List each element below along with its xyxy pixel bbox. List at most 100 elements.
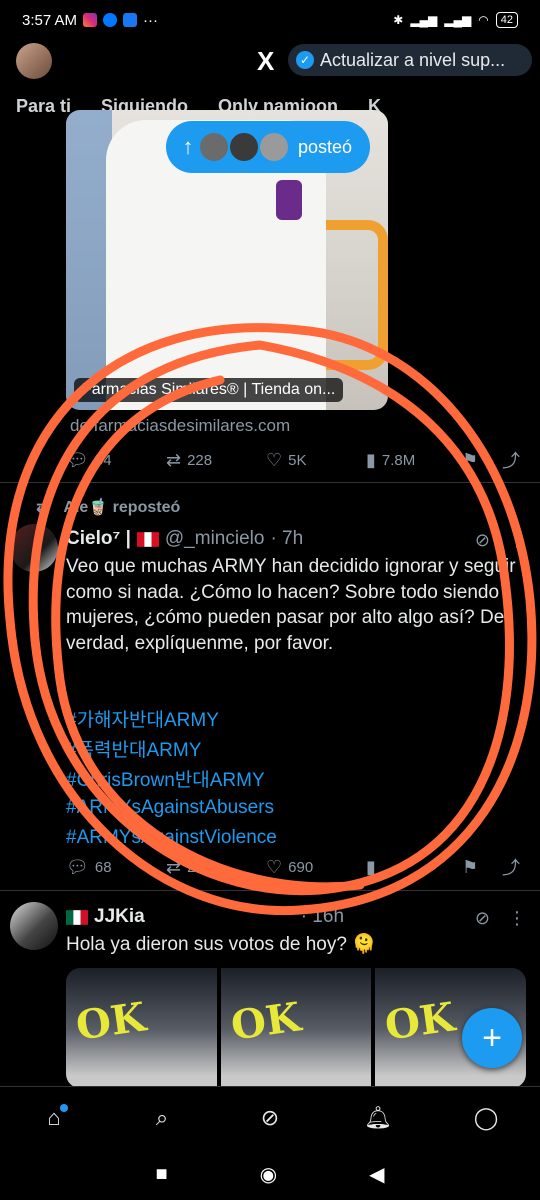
views-button[interactable]: ▮ [366,857,462,878]
repost-banner[interactable]: ⇄ Ale🧋 reposteó [36,497,180,517]
grok-icon[interactable]: ⊘ [475,908,490,929]
like-button[interactable]: ♡ 5K [266,450,366,471]
nav-notifications[interactable]: 🔔︎ [358,1098,398,1138]
hashtag-link[interactable]: #폭력반대ARMY [66,738,277,768]
hashtag-link[interactable]: #ARMYsAgainstAbusers [66,795,277,825]
home-circle-icon[interactable]: ◉ [260,1162,277,1187]
plus-icon: + [482,1018,502,1057]
link-card-title: Farmacias Similares® | Tienda on... [74,378,344,402]
arrow-up-icon: ↑ [182,134,194,159]
top-bar: X ✓ Actualizar a nivel sup... [0,40,540,82]
more-icon[interactable]: ⋮ [508,908,526,929]
tweet-text: Hola ya dieron sus votos de hoy? 🫠 [66,934,376,955]
bottom-nav: ⌂ ⌕ ⊘ 🔔︎ ◯ [0,1086,540,1148]
tweet-header: Cielo⁷ | @_mincielo · 7h [66,528,303,550]
nav-messages[interactable]: ◯ [466,1098,506,1138]
tweet-menu: ⊘ ⋮ [475,530,526,551]
repost-icon: ⇄ [166,449,182,470]
back-icon[interactable]: ◀ [369,1162,384,1187]
tab-para-ti[interactable]: Para ti [16,96,71,118]
messenger-icon [103,13,118,27]
avatar[interactable] [10,524,58,572]
share-button[interactable]: ⤴ [502,447,520,473]
avatar [228,131,260,163]
views-icon: ▮ [366,449,376,470]
home-icon: ⌂ [47,1104,61,1130]
clock: 3:57 AM [22,11,78,29]
nav-grok[interactable]: ⊘ [250,1098,290,1138]
message-icon: ◯ [473,1104,499,1130]
signal-icon: ▂▄▆ [410,13,438,27]
signature-scribble: OK [73,993,149,1050]
repost-button[interactable]: ⇄ 228 [166,450,266,471]
divider [0,890,540,891]
more-icon[interactable]: ⋮ [508,530,526,551]
tweet-images: OK OK OK [66,968,526,1088]
more-notifications-icon: ··· [143,11,159,29]
display-name[interactable]: Cielo⁷ | [66,528,131,550]
tweet-text: Veo que muchas ARMY han decidido ignorar… [66,556,516,654]
grok-icon: ⊘ [260,1104,280,1130]
search-icon: ⌕ [155,1104,169,1130]
signal-2-icon: ▂▄▆ [444,13,472,27]
new-posts-button[interactable]: ↑ posteó [166,121,371,173]
avatar [258,131,290,163]
verified-badge-icon: ✓ [296,51,314,69]
tweet-actions: 💬︎ 68 ⇄ 210 ♡ 690 ▮ ⚑ ⤴ [66,854,530,880]
recent-apps-icon[interactable]: ■ [156,1163,168,1186]
hashtag-link[interactable]: #ARMYsAgainstViolence [66,825,277,855]
bell-icon: 🔔︎ [364,1104,392,1130]
nav-search[interactable]: ⌕ [142,1098,182,1138]
bluetooth-icon: ✱ [393,13,404,27]
views-button[interactable]: ▮ 7.8M [366,450,462,471]
divider [0,482,540,483]
display-name[interactable]: JJKia [94,906,145,928]
tweet-image[interactable]: OK [220,968,372,1088]
profile-avatar[interactable] [16,43,52,79]
reply-icon: 💬︎ [66,856,89,877]
product-bottle [276,180,302,220]
upgrade-label: Actualizar a nivel sup... [320,49,506,70]
user-handle[interactable]: @_mincielo [165,528,265,550]
compose-button[interactable]: + [462,1008,522,1068]
tweet-actions: 💬︎ 54 ⇄ 228 ♡ 5K ▮ 7.8M ⚑ ⤴ [66,447,530,473]
hashtag-link[interactable]: #가해자반대ARMY [66,708,277,738]
share-button[interactable]: ⤴ [502,854,520,880]
bookmark-button[interactable]: ⚑ [462,450,502,471]
wifi-icon: ◠ [478,13,489,27]
repost-button[interactable]: ⇄ 210 [166,857,266,878]
link-domain[interactable]: de farmaciasdesimilares.com [70,416,290,436]
views-icon: ▮ [366,856,376,877]
heart-icon: ♡ [266,856,283,877]
signature-scribble: OK [227,993,304,1050]
reply-button[interactable]: 💬︎ 54 [66,450,166,471]
reply-button[interactable]: 💬︎ 68 [66,857,166,878]
bookmark-icon: ⚑ [462,856,479,877]
upgrade-button[interactable]: ✓ Actualizar a nivel sup... [288,44,532,76]
peru-flag-icon [136,531,159,547]
status-bar: 3:57 AM ··· ✱ ▂▄▆ ▂▄▆ ◠ 42 [0,0,540,40]
share-icon: ⤴ [502,858,520,878]
hashtags: #가해자반대ARMY #폭력반대ARMY #ChrisBrown반대ARMY #… [66,708,277,855]
avatar[interactable] [10,902,58,950]
like-button[interactable]: ♡ 690 [266,857,366,878]
instagram-icon [83,13,98,27]
timestamp: · 7h [270,528,304,549]
avatar [198,131,230,163]
facebook-icon [123,13,138,27]
battery-icon: 42 [495,12,518,28]
bookmark-button[interactable]: ⚑ [462,857,502,878]
x-logo-icon[interactable]: X [257,46,274,77]
timestamp: · 16h [300,906,345,927]
grok-icon[interactable]: ⊘ [475,530,490,551]
repost-icon: ⇄ [166,856,182,877]
repost-icon: ⇄ [36,499,50,516]
reply-icon: 💬︎ [66,449,89,470]
tweet-image[interactable]: OK [66,968,217,1088]
nav-home[interactable]: ⌂ [34,1098,74,1138]
bookmark-icon: ⚑ [462,449,479,470]
mexico-flag-icon [66,909,88,925]
system-nav: ■ ◉ ◀ [0,1148,540,1200]
hashtag-link[interactable]: #ChrisBrown반대ARMY [66,768,277,795]
heart-icon: ♡ [266,449,283,470]
